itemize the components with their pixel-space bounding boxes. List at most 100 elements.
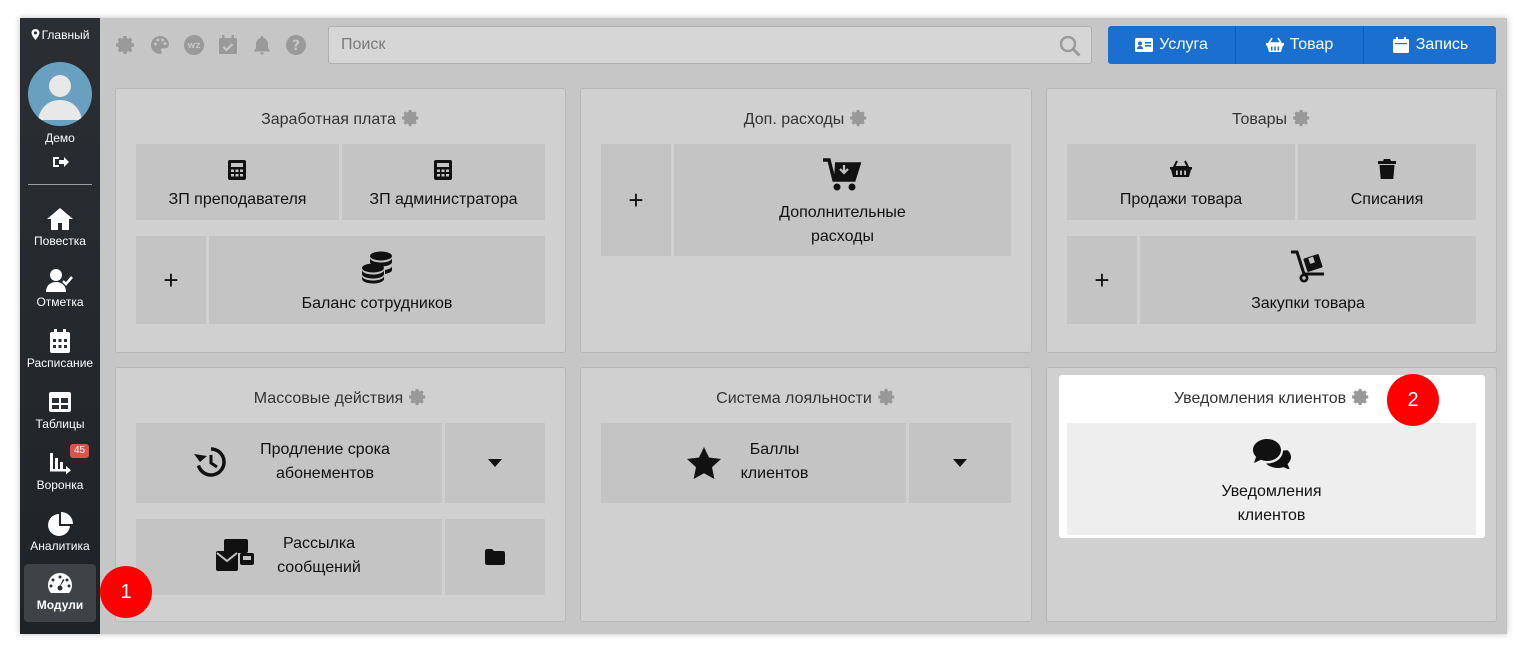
sidebar-item-tables[interactable]: Таблицы — [24, 383, 96, 441]
add-goods-button[interactable]: + — [1067, 236, 1137, 324]
sidebar-item-analytics[interactable]: Аналитика — [24, 505, 96, 563]
search-input[interactable] — [329, 27, 1029, 63]
sidebar-item-agenda[interactable]: Повестка — [24, 200, 96, 258]
avatar[interactable] — [28, 62, 92, 126]
product-sales-tile[interactable]: Продажи товара — [1067, 144, 1295, 220]
map-pin-icon — [31, 29, 40, 40]
extend-subscriptions-label-2: абонементов — [276, 465, 374, 482]
message-mailing-tile[interactable]: Рассылка сообщений — [136, 519, 442, 595]
card-title: Заработная плата — [116, 109, 565, 129]
mailing-folder-button[interactable] — [445, 519, 545, 595]
gear-icon[interactable] — [1293, 109, 1311, 127]
gear-icon[interactable] — [116, 35, 136, 55]
gear-icon[interactable] — [850, 109, 868, 127]
add-service-button[interactable]: Услуга — [1108, 26, 1236, 64]
user-name: Демо — [45, 131, 75, 145]
add-appointment-button[interactable]: Запись — [1364, 26, 1496, 64]
sidebar-item-label: Расписание — [26, 356, 94, 370]
sidebar-item-schedule[interactable]: Расписание — [24, 322, 96, 380]
app-window: Главный Демо Повестка Отметка Расписание… — [20, 18, 1507, 634]
sidebar: Главный Демо Повестка Отметка Расписание… — [20, 18, 100, 634]
sidebar-item-modules[interactable]: Модули — [24, 564, 96, 622]
add-service-label: Услуга — [1159, 36, 1208, 53]
client-points-label-2: клиентов — [740, 465, 809, 482]
calculator-icon — [228, 160, 246, 180]
calendar-icon — [50, 329, 70, 353]
location-selector[interactable]: Главный — [20, 28, 100, 42]
sidebar-item-label: Воронка — [36, 478, 84, 492]
gauge-icon — [48, 573, 72, 593]
wz-icon[interactable]: WZ — [184, 35, 204, 55]
loyalty-dropdown-button[interactable] — [909, 423, 1011, 503]
caret-down-icon — [953, 459, 967, 467]
loyalty-card: Система лояльности Баллы клиентов — [580, 367, 1032, 622]
sidebar-item-label: Таблицы — [35, 417, 85, 431]
sidebar-item-label: Отметка — [36, 295, 84, 309]
extend-subscriptions-label-1: Продление срока — [260, 441, 390, 458]
salary-card: Заработная плата ЗП преподавателя ЗП адм… — [115, 88, 566, 353]
gear-icon[interactable] — [401, 109, 420, 127]
comments-icon — [1253, 439, 1291, 469]
extra-expenses-tile[interactable]: Дополнительные расходы — [674, 144, 1011, 256]
write-offs-label: Списания — [1350, 191, 1424, 208]
admin-salary-tile[interactable]: ЗП администратора — [342, 144, 545, 220]
gear-icon[interactable] — [877, 388, 896, 406]
trash-icon — [1378, 159, 1396, 179]
client-notifications-tile[interactable]: Уведомления клиентов — [1067, 423, 1476, 535]
basket-icon — [1170, 160, 1192, 177]
client-points-tile[interactable]: Баллы клиентов — [601, 423, 906, 503]
goods-purchase-tile[interactable]: Закупки товара — [1140, 236, 1476, 324]
pie-chart-icon — [48, 512, 73, 536]
client-notifications-label-1: Уведомления — [1221, 483, 1322, 500]
goods-title: Товары — [1231, 111, 1288, 128]
svg-text:WZ: WZ — [188, 42, 201, 50]
mass-actions-card: Массовые действия Продление срока абонем… — [115, 367, 566, 622]
extra-expenses-label-1: Дополнительные — [779, 204, 906, 221]
gear-icon[interactable] — [409, 388, 427, 406]
calendar-check-icon[interactable] — [218, 35, 238, 55]
mass-actions-title: Массовые действия — [253, 390, 404, 407]
teacher-salary-tile[interactable]: ЗП преподавателя — [136, 144, 339, 220]
funnel-badge: 45 — [70, 444, 90, 458]
calculator-icon — [434, 160, 452, 180]
staff-balance-label: Баланс сотрудников — [301, 295, 453, 312]
add-expense-button[interactable]: + — [601, 144, 671, 256]
caret-down-icon — [488, 459, 502, 467]
card-title: Система лояльности — [581, 388, 1031, 408]
client-notifications-label-2: клиентов — [1237, 507, 1306, 524]
dolly-icon — [1291, 250, 1324, 283]
expenses-title: Доп. расходы — [743, 111, 845, 128]
client-points-label-1: Баллы — [749, 441, 800, 458]
gear-icon[interactable] — [1352, 388, 1370, 406]
table-icon — [49, 392, 71, 412]
search-box — [328, 26, 1092, 64]
write-offs-tile[interactable]: Списания — [1298, 144, 1476, 220]
message-mailing-label-1: Рассылка — [282, 535, 356, 552]
bell-icon[interactable] — [252, 35, 272, 55]
search-icon[interactable] — [1059, 35, 1081, 57]
staff-balance-tile[interactable]: Баланс сотрудников — [209, 236, 545, 324]
id-card-icon — [1135, 38, 1154, 52]
sidebar-item-label: Модули — [36, 598, 84, 612]
extend-subscriptions-tile[interactable]: Продление срока абонементов — [136, 423, 442, 503]
user-check-icon — [46, 269, 73, 292]
salary-title: Заработная плата — [261, 111, 396, 128]
add-salary-button[interactable]: + — [136, 236, 206, 324]
logout-icon[interactable] — [53, 155, 69, 169]
add-appointment-label: Запись — [1415, 36, 1469, 53]
add-product-button[interactable]: Товар — [1236, 26, 1364, 64]
extend-dropdown-button[interactable] — [445, 423, 545, 503]
sidebar-item-attendance[interactable]: Отметка — [24, 261, 96, 319]
quick-actions: Услуга Товар Запись — [1108, 26, 1496, 64]
sidebar-item-funnel[interactable]: 45 Воронка — [24, 444, 96, 502]
palette-icon[interactable] — [150, 35, 170, 55]
home-icon — [47, 208, 73, 230]
question-icon[interactable]: ? — [286, 35, 306, 55]
card-title: Доп. расходы — [581, 109, 1031, 129]
expenses-card: Доп. расходы + Дополнительные расходы — [580, 88, 1032, 353]
coins-icon — [362, 251, 392, 284]
sidebar-divider — [28, 184, 92, 185]
cart-download-icon — [823, 158, 861, 191]
sidebar-item-label: Повестка — [34, 234, 86, 248]
client-notifications-title: Уведомления клиентов — [1173, 390, 1347, 407]
